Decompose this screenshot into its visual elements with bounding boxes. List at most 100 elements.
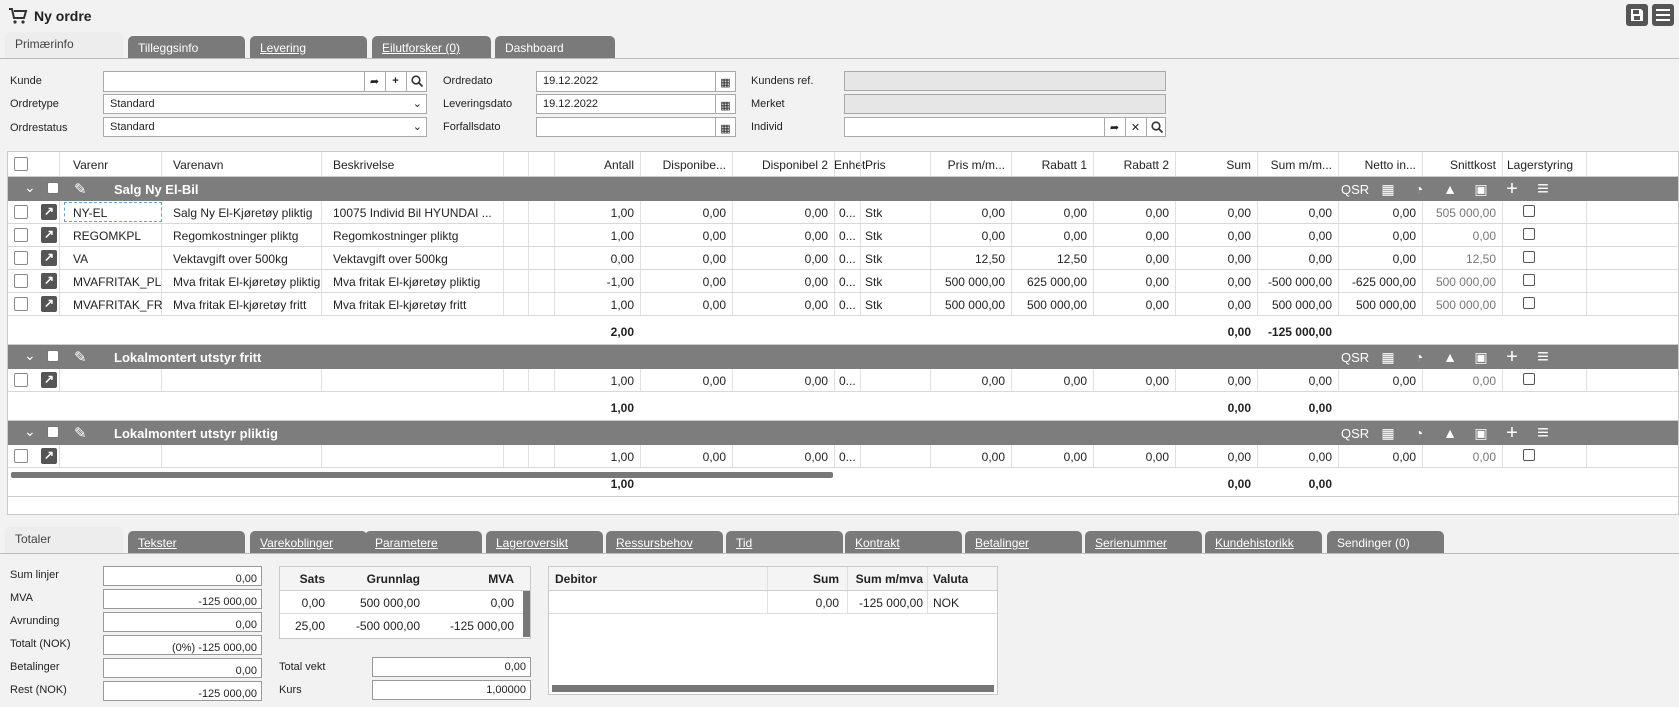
column-header[interactable]: Sum m/m... xyxy=(1257,158,1332,172)
clear-individ-button[interactable]: ✕ xyxy=(1125,118,1145,136)
lagerstyring-checkbox[interactable] xyxy=(1523,251,1535,263)
open-line-button[interactable]: ↗ xyxy=(41,296,57,312)
tab-lageroversikt[interactable]: Lageroversikt xyxy=(486,531,603,553)
calendar-button[interactable]: ▦ xyxy=(715,118,735,136)
table-row[interactable]: ↗ MVAFRITAK_FR Mva fritak El-kjøretøy frit… xyxy=(8,293,1678,316)
pencil-icon[interactable]: ✎ xyxy=(74,348,87,366)
open-line-button[interactable]: ↗ xyxy=(41,372,57,388)
totalt-field[interactable]: (0%) -125 000,00 xyxy=(103,635,262,655)
table-row[interactable]: ↗ REGOMKPL Regomkostninger pliktg Regomkost… xyxy=(8,224,1678,247)
calendar-add-icon[interactable]: ▦ xyxy=(1379,348,1397,366)
kundens-ref-field[interactable] xyxy=(844,71,1166,91)
group-checkbox[interactable] xyxy=(47,426,59,438)
open-line-button[interactable]: ↗ xyxy=(41,227,57,243)
row-checkbox[interactable] xyxy=(14,228,28,242)
table-row[interactable]: ↗ MVAFRITAK_PL Mva fritak El-kjøretøy plik… xyxy=(8,270,1678,293)
lagerstyring-checkbox[interactable] xyxy=(1523,297,1535,309)
hamburger-icon[interactable]: ≡ xyxy=(1534,346,1552,368)
column-header[interactable]: Disponibe... xyxy=(640,158,726,172)
kurs-field[interactable]: 1,00000 xyxy=(372,680,531,700)
select-all-checkbox[interactable] xyxy=(14,157,28,171)
kunde-field[interactable]: ➦ + xyxy=(103,71,427,92)
row-checkbox[interactable] xyxy=(14,274,28,288)
timer-icon[interactable]: ◔ xyxy=(1410,180,1428,198)
tab-tekster[interactable]: Tekster xyxy=(128,531,245,553)
tab-sendinger-0-[interactable]: Sendinger (0) xyxy=(1327,531,1444,553)
tab-kundehistorikk[interactable]: Kundehistorikk xyxy=(1205,531,1322,553)
table-row[interactable]: ↗ 1,00 0,00 0,00 0... 0,00 0,00 0,00 0,00 0,00 0,0… xyxy=(8,369,1678,392)
merket-field[interactable] xyxy=(844,94,1166,114)
tab-serienummer[interactable]: Serienummer xyxy=(1085,531,1202,553)
open-line-button[interactable]: ↗ xyxy=(41,448,57,464)
scrollbar[interactable] xyxy=(523,591,530,637)
search-kunde-button[interactable] xyxy=(406,72,426,91)
tab-varekoblinger[interactable]: Varekoblinger xyxy=(250,531,367,553)
shapes-icon[interactable]: ▲ xyxy=(1441,348,1459,366)
group-checkbox[interactable] xyxy=(47,182,59,194)
column-header[interactable]: Disponibel 2 xyxy=(732,158,828,172)
goto-individ-button[interactable]: ➦ xyxy=(1104,118,1124,136)
column-header[interactable]: Sum xyxy=(1175,158,1251,172)
row-checkbox[interactable] xyxy=(14,251,28,265)
tab-parametere[interactable]: Parametere xyxy=(365,531,482,553)
open-line-button[interactable]: ↗ xyxy=(41,273,57,289)
save-button[interactable] xyxy=(1626,4,1648,26)
sum-linjer-field[interactable]: 0,00 xyxy=(103,566,262,586)
individ-field[interactable]: ➦ ✕ xyxy=(844,117,1166,137)
betalinger-field[interactable]: 0,00 xyxy=(103,658,262,678)
ordrestatus-select[interactable]: Standard ⌄ xyxy=(103,117,427,137)
pencil-icon[interactable]: ✎ xyxy=(74,180,87,198)
tab-tid[interactable]: Tid xyxy=(726,531,843,553)
tab-betalinger[interactable]: Betalinger xyxy=(965,531,1082,553)
qsr-button[interactable]: QSR xyxy=(1341,350,1369,365)
scrollbar[interactable] xyxy=(552,685,994,692)
table-row[interactable]: ↗ NY-EL Salg Ny El-Kjøretøy pliktig 10075 I… xyxy=(8,201,1678,224)
lagerstyring-checkbox[interactable] xyxy=(1523,449,1535,461)
clipboard-icon[interactable]: ▣ xyxy=(1472,348,1490,366)
lagerstyring-checkbox[interactable] xyxy=(1523,228,1535,240)
shapes-icon[interactable]: ▲ xyxy=(1441,180,1459,198)
column-header[interactable]: Pris xyxy=(865,158,886,172)
group-checkbox[interactable] xyxy=(47,350,59,362)
row-checkbox[interactable] xyxy=(14,373,28,387)
avrunding-field[interactable]: 0,00 xyxy=(103,612,262,632)
tab-totaler[interactable]: Totaler xyxy=(5,527,123,553)
collapse-chevron-icon[interactable]: ⌄ xyxy=(24,179,36,196)
total-vekt-field[interactable]: 0,00 xyxy=(372,657,531,677)
column-header[interactable]: Rabatt 1 xyxy=(1011,158,1087,172)
shapes-icon[interactable]: ▲ xyxy=(1441,424,1459,442)
search-individ-button[interactable] xyxy=(1146,118,1165,136)
column-header[interactable]: Lagerstyring xyxy=(1507,158,1573,172)
lagerstyring-checkbox[interactable] xyxy=(1523,274,1535,286)
row-checkbox[interactable] xyxy=(14,297,28,311)
tab-ressursbehov[interactable]: Ressursbehov xyxy=(606,531,723,553)
collapse-chevron-icon[interactable]: ⌄ xyxy=(24,347,36,364)
row-checkbox[interactable] xyxy=(14,205,28,219)
tab-kontrakt[interactable]: Kontrakt xyxy=(845,531,962,553)
leveringsdato-field[interactable]: 19.12.2022 ▦ xyxy=(536,94,736,114)
column-header[interactable]: Rabatt 2 xyxy=(1093,158,1169,172)
column-header[interactable]: Antall xyxy=(554,158,634,172)
plus-icon[interactable]: + xyxy=(1503,422,1521,444)
open-line-button[interactable]: ↗ xyxy=(41,250,57,266)
column-header[interactable]: Snittkost xyxy=(1422,158,1496,172)
tab-filutforsker[interactable]: Eilutforsker (0) xyxy=(372,36,491,58)
column-header[interactable]: Netto in... xyxy=(1338,158,1416,172)
calendar-button[interactable]: ▦ xyxy=(715,95,735,113)
plus-icon[interactable]: + xyxy=(1503,346,1521,368)
group-header[interactable]: ⌄ ✎ Salg Ny El-Bil QSR ▦ ◔ ▲ ▣ + ≡ xyxy=(8,177,1678,201)
tab-tilleggsinfo[interactable]: Tilleggsinfo xyxy=(128,36,245,58)
row-checkbox[interactable] xyxy=(14,449,28,463)
add-kunde-button[interactable]: + xyxy=(385,72,405,91)
column-header[interactable]: Varenavn xyxy=(173,158,223,172)
column-header[interactable]: Pris m/m... xyxy=(930,158,1005,172)
qsr-button[interactable]: QSR xyxy=(1341,182,1369,197)
hamburger-icon[interactable]: ≡ xyxy=(1534,422,1552,444)
lagerstyring-checkbox[interactable] xyxy=(1523,373,1535,385)
horizontal-scrollbar[interactable] xyxy=(11,472,833,478)
ordredato-field[interactable]: 19.12.2022 ▦ xyxy=(536,71,736,92)
hamburger-icon[interactable]: ≡ xyxy=(1534,178,1552,200)
collapse-chevron-icon[interactable]: ⌄ xyxy=(24,423,36,440)
timer-icon[interactable]: ◔ xyxy=(1410,348,1428,366)
rest-field[interactable]: -125 000,00 xyxy=(103,681,262,701)
